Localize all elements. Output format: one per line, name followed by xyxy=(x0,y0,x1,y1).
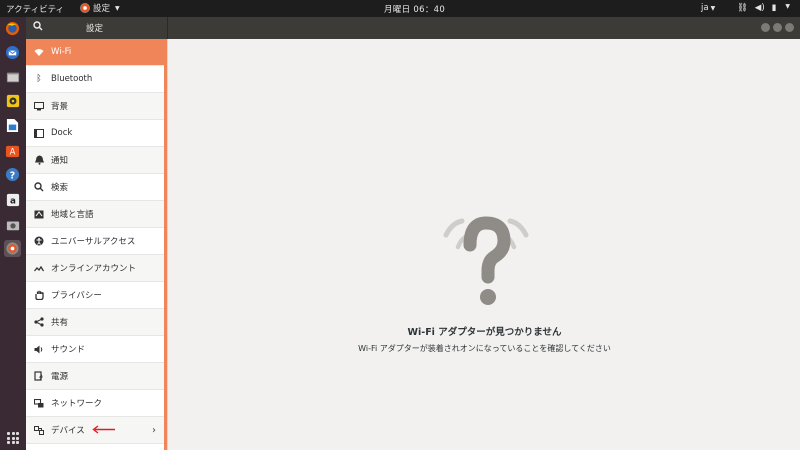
sidebar-item-label: 共有 xyxy=(51,318,69,328)
sidebar-item-dock[interactable]: Dock xyxy=(26,120,164,147)
sidebar-item-label: 地域と言語 xyxy=(51,210,94,220)
hand-icon xyxy=(33,289,45,301)
app-menu[interactable]: 設定 ▼ xyxy=(80,2,120,14)
sidebar-item-label: 通知 xyxy=(51,156,69,166)
svg-text:A: A xyxy=(10,146,16,156)
software-center-icon[interactable]: A xyxy=(4,142,21,159)
sidebar-item-universal-access[interactable]: ユニバーサルアクセス xyxy=(26,228,164,255)
online-accounts-icon xyxy=(33,262,45,274)
share-icon xyxy=(33,316,45,328)
sidebar-item-label: プライバシー xyxy=(51,291,102,301)
settings-gear-icon xyxy=(80,3,90,13)
network-icon xyxy=(33,397,45,409)
header-bar: 設定 xyxy=(26,17,800,39)
rhythmbox-icon[interactable] xyxy=(4,92,21,109)
sidebar-item-label: 電源 xyxy=(51,372,69,382)
app-menu-label: 設定 xyxy=(93,4,111,14)
files-icon[interactable] xyxy=(4,68,21,85)
sidebar-item-search[interactable]: 検索 xyxy=(26,174,164,201)
input-method-label: ja xyxy=(701,3,709,13)
sidebar-item-label: Bluetooth xyxy=(51,74,93,84)
firefox-icon[interactable] xyxy=(4,20,21,37)
amazon-icon[interactable]: a xyxy=(4,191,21,208)
show-applications-icon[interactable] xyxy=(7,432,19,444)
search-icon[interactable] xyxy=(33,21,47,35)
background-icon xyxy=(33,100,45,112)
sidebar-item-label: ネットワーク xyxy=(51,399,103,409)
sidebar-item-region-language[interactable]: 地域と言語 xyxy=(26,201,164,228)
chevron-right-icon: › xyxy=(152,424,156,436)
chevron-down-icon: ▼ xyxy=(710,5,716,12)
settings-window: 設定 Wi-Fi ᛒ Bluetooth 背景 Dock 通知 検索 地域と言語… xyxy=(26,17,800,450)
window-controls xyxy=(761,23,794,32)
sidebar-item-label: 検索 xyxy=(51,183,69,193)
dock-icon xyxy=(33,127,45,139)
sidebar-item-label: 背景 xyxy=(51,102,69,112)
sidebar-item-bluetooth[interactable]: ᛒ Bluetooth xyxy=(26,66,164,93)
screenshot-icon[interactable] xyxy=(4,216,21,233)
svg-text:a: a xyxy=(10,196,16,206)
clock[interactable]: 月曜日 06：40 xyxy=(384,3,445,15)
bluetooth-icon: ᛒ xyxy=(36,74,42,84)
question-mark-icon xyxy=(443,216,529,305)
battery-icon: ▮ xyxy=(771,3,777,13)
settings-sidebar: Wi-Fi ᛒ Bluetooth 背景 Dock 通知 検索 地域と言語 ユニ… xyxy=(26,39,164,450)
close-button[interactable] xyxy=(785,23,794,32)
flag-icon xyxy=(33,208,45,220)
window-title: 設定 xyxy=(86,24,104,34)
sidebar-item-online-accounts[interactable]: オンラインアカウント xyxy=(26,255,164,282)
main-panel: Wi-Fi アダプターが見つかりません Wi-Fi アダプターが装着されオンにな… xyxy=(167,39,800,450)
chevron-down-icon: ▼ xyxy=(115,4,120,12)
sidebar-item-network[interactable]: ネットワーク xyxy=(26,390,164,417)
sidebar-item-label: Dock xyxy=(51,128,73,138)
chevron-down-icon: ▼ xyxy=(785,3,790,10)
sidebar-item-power[interactable]: 電源 xyxy=(26,363,164,390)
sidebar-item-label: オンラインアカウント xyxy=(51,264,137,274)
sidebar-item-notifications[interactable]: 通知 xyxy=(26,147,164,174)
volume-icon: ◀) xyxy=(754,3,765,13)
devices-icon xyxy=(33,424,45,436)
network-icon: ⛓ xyxy=(737,3,748,13)
sidebar-item-background[interactable]: 背景 xyxy=(26,93,164,120)
speaker-icon xyxy=(33,343,45,355)
search-icon xyxy=(33,181,45,193)
power-icon xyxy=(33,370,45,382)
system-tray[interactable]: ⛓ ◀) ▮ ▼ xyxy=(737,3,790,13)
sidebar-item-label: デバイス xyxy=(51,426,85,436)
dock: A ? a xyxy=(0,17,26,450)
minimize-button[interactable] xyxy=(761,23,770,32)
sidebar-item-label: ユニバーサルアクセス xyxy=(51,237,136,247)
settings-icon[interactable] xyxy=(4,240,21,257)
sidebar-item-label: Wi-Fi xyxy=(51,47,72,57)
sidebar-item-sharing[interactable]: 共有 xyxy=(26,309,164,336)
thunderbird-icon[interactable] xyxy=(4,44,21,61)
header-separator xyxy=(167,17,168,39)
empty-state-title: Wi-Fi アダプターが見つかりません xyxy=(407,327,562,338)
sidebar-item-sound[interactable]: サウンド xyxy=(26,336,164,363)
top-panel: アクティビティ 設定 ▼ 月曜日 06：40 ja ▼ ⛓ ◀) ▮ ▼ xyxy=(0,0,800,17)
empty-state-subtitle: Wi-Fi アダプターが装着されオンになっていることを確認してください xyxy=(358,344,611,353)
libreoffice-writer-icon[interactable] xyxy=(4,117,21,134)
activities-button[interactable]: アクティビティ xyxy=(6,3,64,15)
bell-icon xyxy=(33,154,45,166)
help-icon[interactable]: ? xyxy=(4,166,21,183)
annotation-arrow-icon xyxy=(92,425,115,434)
sidebar-item-label: サウンド xyxy=(51,345,86,355)
accessibility-icon xyxy=(33,235,45,247)
sidebar-item-privacy[interactable]: プライバシー xyxy=(26,282,164,309)
wifi-icon xyxy=(33,46,45,58)
svg-text:?: ? xyxy=(10,170,15,181)
input-method-indicator[interactable]: ja ▼ xyxy=(701,3,715,13)
sidebar-item-wifi[interactable]: Wi-Fi xyxy=(26,39,164,66)
maximize-button[interactable] xyxy=(773,23,782,32)
